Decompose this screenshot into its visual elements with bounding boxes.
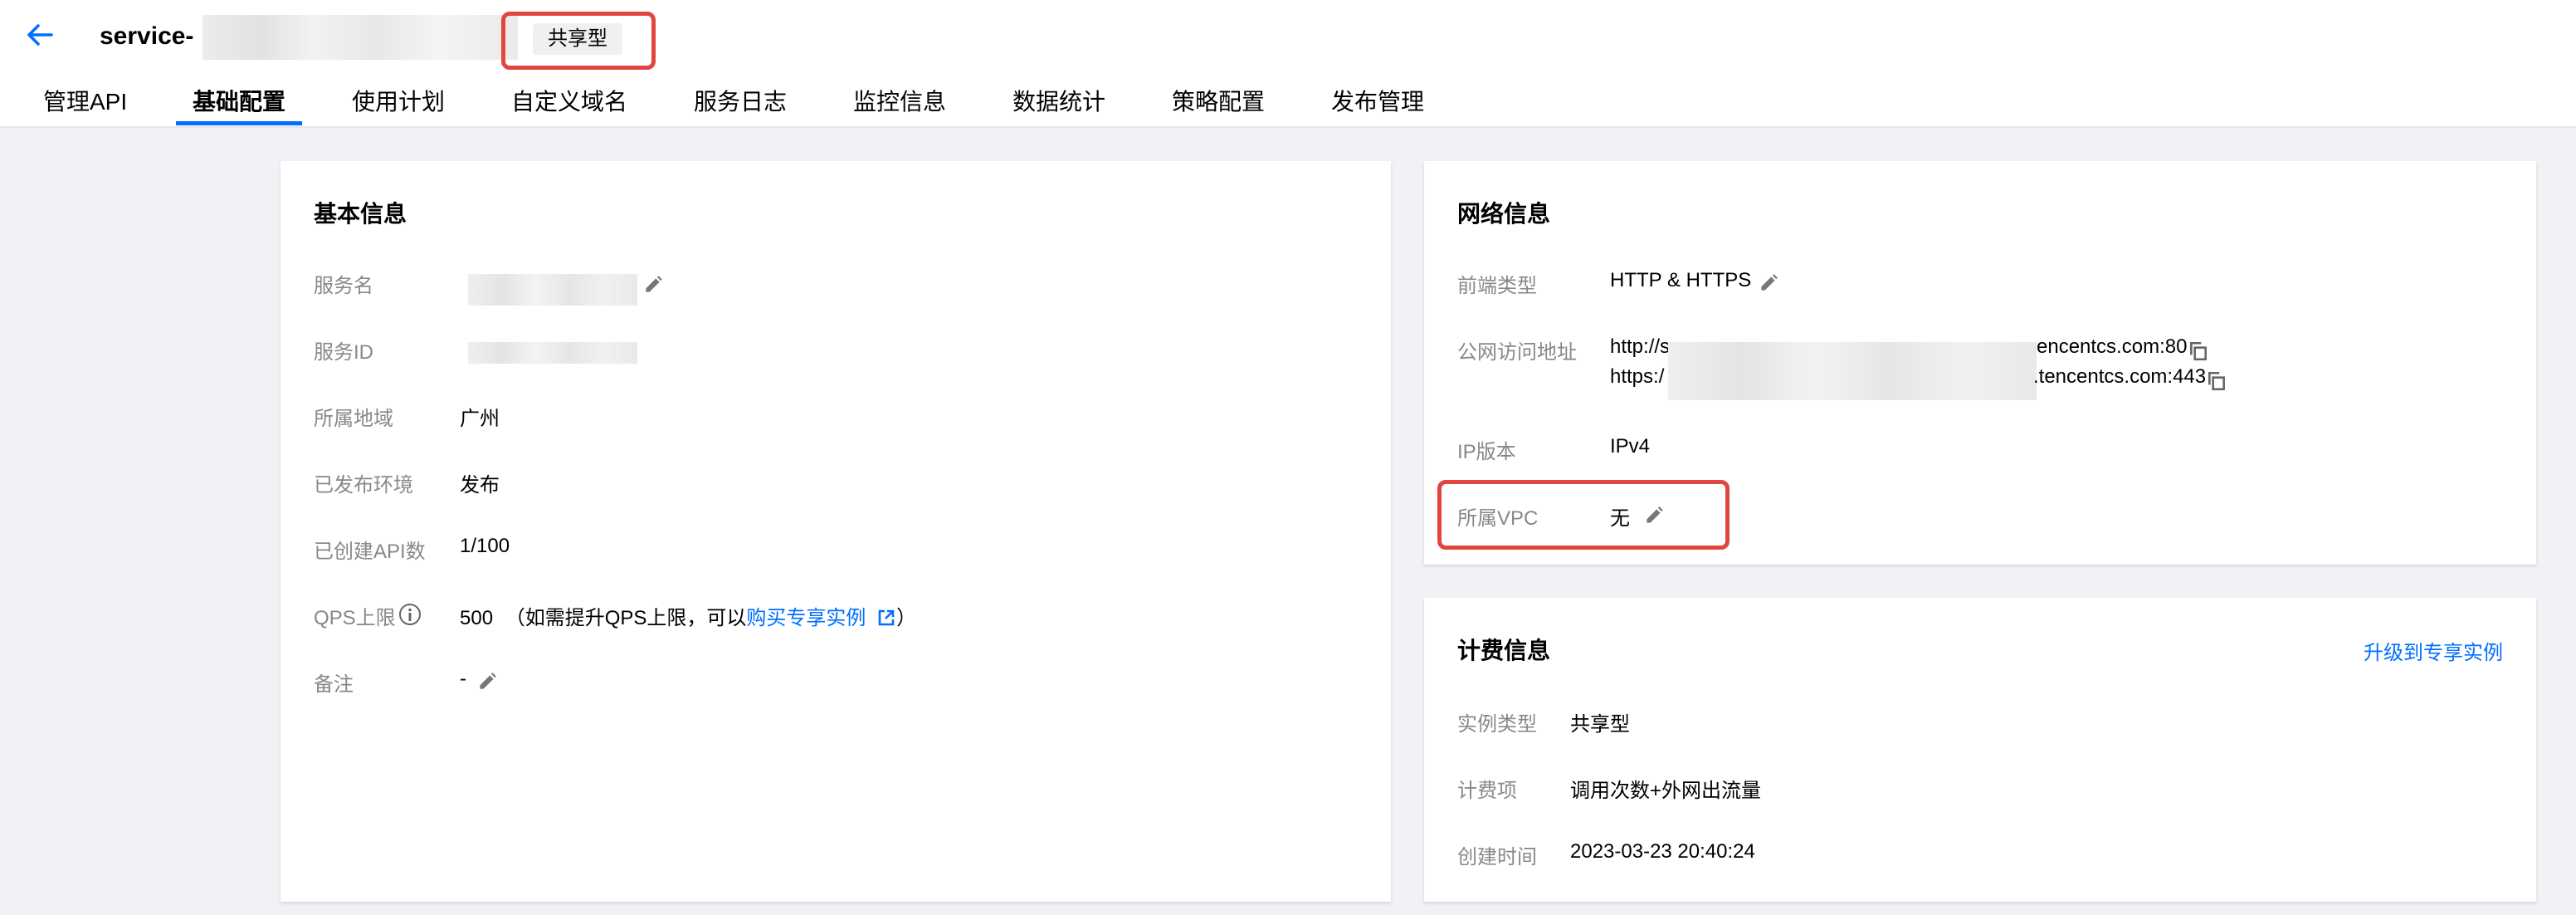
edit-remark-icon[interactable]: [476, 671, 498, 692]
api-count-value: 1/100: [460, 535, 510, 557]
tab-manage-api[interactable]: 管理API: [43, 81, 127, 123]
created-time-label: 创建时间: [1457, 846, 1537, 869]
billing-item-value: 调用次数+外网出流量: [1570, 780, 1762, 802]
service-title: service-: [100, 22, 194, 50]
buy-dedicated-instance-link[interactable]: 购买专享实例: [746, 607, 866, 629]
redacted-address: [1668, 342, 2037, 400]
service-id-label: 服务ID: [314, 341, 373, 364]
redacted-service-name-value: [468, 274, 637, 306]
http-address-suffix: encentcs.com:80: [2037, 335, 2188, 358]
active-tab-indicator: [176, 121, 302, 125]
edit-vpc-icon[interactable]: [1643, 505, 1665, 526]
billing-info-title: 计费信息: [1457, 638, 1551, 663]
edit-service-name-icon[interactable]: [642, 274, 664, 296]
qps-limit-value: 500: [460, 607, 494, 629]
tab-statistics[interactable]: 数据统计: [1012, 81, 1105, 123]
arrow-left-icon: [27, 24, 53, 46]
redacted-service-name: [202, 15, 518, 60]
tab-basic-config[interactable]: 基础配置: [193, 81, 285, 123]
tab-policy-config[interactable]: 策略配置: [1172, 81, 1265, 123]
external-link-icon[interactable]: [876, 608, 896, 628]
qps-limit-row: 500 （如需提升QPS上限，可以购买专享实例 ）: [460, 601, 916, 630]
published-env-value: 发布: [460, 474, 500, 497]
public-address-label: 公网访问地址: [1457, 341, 1577, 364]
https-address-suffix: .tencentcs.com:443: [2033, 365, 2207, 388]
instance-type-label: 实例类型: [1457, 713, 1537, 736]
network-info-title: 网络信息: [1457, 201, 1551, 227]
published-env-label: 已发布环境: [314, 474, 413, 497]
qps-note-prefix: （如需提升QPS上限，可以: [505, 607, 747, 629]
basic-info-title: 基本信息: [314, 201, 407, 227]
vpc-label: 所属VPC: [1457, 507, 1539, 530]
region-label: 所属地域: [314, 408, 393, 430]
created-time-value: 2023-03-23 20:40:24: [1570, 840, 1755, 863]
instance-type-value: 共享型: [1570, 713, 1630, 736]
tab-usage-plan[interactable]: 使用计划: [352, 81, 445, 123]
info-icon[interactable]: [398, 603, 422, 626]
basic-info-card: 基本信息 服务名 服务ID 所属地域 广州 已发布环境 发布 已创建API数 1…: [281, 161, 1391, 902]
remark-value: -: [460, 668, 466, 690]
ip-version-value: IPv4: [1610, 435, 1651, 457]
service-name-label: 服务名: [314, 275, 373, 297]
tab-custom-domain[interactable]: 自定义域名: [511, 81, 627, 123]
qps-note-suffix: ）: [896, 607, 917, 629]
remark-label: 备注: [314, 673, 354, 696]
ip-version-label: IP版本: [1457, 441, 1516, 463]
tab-monitoring[interactable]: 监控信息: [853, 81, 946, 123]
copy-https-address-icon[interactable]: [2206, 370, 2227, 392]
back-button[interactable]: [23, 18, 56, 51]
region-value: 广州: [460, 408, 500, 430]
vpc-value: 无: [1610, 507, 1630, 530]
redacted-service-id-value: [468, 342, 637, 364]
api-count-label: 已创建API数: [314, 541, 426, 563]
https-address-prefix: https:/: [1610, 365, 1665, 388]
http-address-prefix: http://s: [1610, 335, 1671, 358]
edit-frontend-type-icon[interactable]: [1758, 272, 1779, 294]
tab-service-log[interactable]: 服务日志: [694, 81, 787, 123]
qps-limit-label: QPS上限: [314, 607, 396, 629]
frontend-type-value: HTTP & HTTPS: [1610, 269, 1752, 291]
frontend-type-label: 前端类型: [1457, 275, 1537, 297]
instance-type-badge: 共享型: [533, 23, 622, 55]
tab-release-management[interactable]: 发布管理: [1331, 81, 1424, 123]
billing-item-label: 计费项: [1457, 780, 1517, 802]
copy-http-address-icon[interactable]: [2188, 340, 2209, 362]
network-info-card: 网络信息 前端类型 HTTP & HTTPS 公网访问地址 http://s h…: [1424, 161, 2536, 565]
billing-info-card: 计费信息 升级到专享实例 实例类型 共享型 计费项 调用次数+外网出流量 创建时…: [1424, 598, 2536, 902]
upgrade-to-dedicated-link[interactable]: 升级到专享实例: [2364, 636, 2503, 665]
